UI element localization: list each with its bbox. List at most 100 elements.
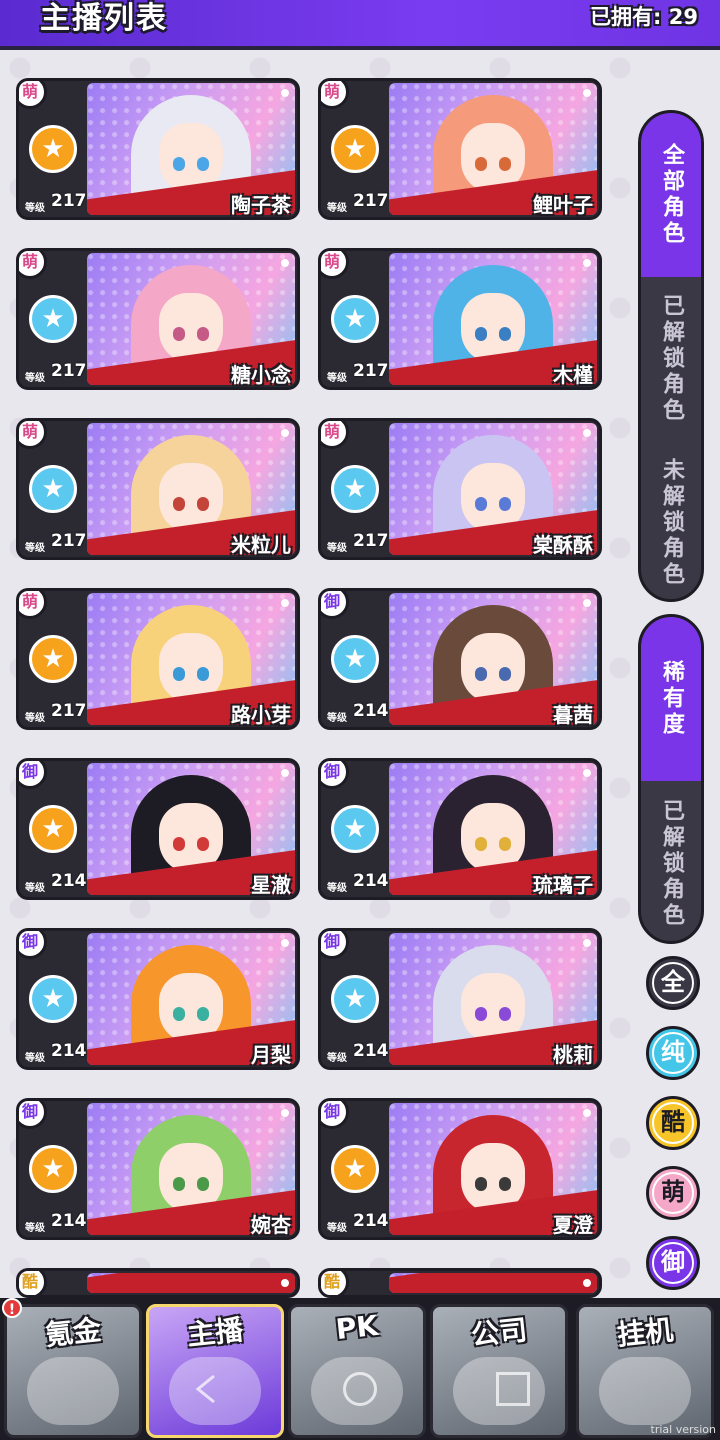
streamer-name: 夏澄 <box>553 1213 593 1237</box>
nav-tab-pk[interactable]: PK <box>288 1304 426 1438</box>
type-emblem-icon: ★ <box>331 125 379 173</box>
level-value: 217 <box>353 531 389 551</box>
rarity-filter-group: 稀有度 已解锁角色 <box>638 614 704 944</box>
streamer-name: 糖小念 <box>231 363 291 387</box>
back-icon[interactable] <box>190 1372 224 1406</box>
streamer-card[interactable]: 御 ★ 等级 214 星澈 <box>16 758 300 900</box>
nav-tab-streamer[interactable]: 主播 <box>146 1304 284 1438</box>
corner-dot-icon <box>583 1109 591 1117</box>
nav-label: 主播 <box>185 1313 245 1352</box>
nav-label: 挂机 <box>615 1313 675 1352</box>
rank-badge: 御 <box>321 931 349 959</box>
piggy-bank-icon <box>599 1357 691 1425</box>
coins-icon <box>27 1357 119 1425</box>
corner-dot-icon <box>281 1279 289 1287</box>
type-emblem-icon: ★ <box>29 635 77 683</box>
streamer-name: 星澈 <box>251 873 291 897</box>
rank-badge: 御 <box>19 761 47 789</box>
rank-badge: 萌 <box>321 251 349 279</box>
streamer-card[interactable]: 御 ★ 等级 214 婉杏 <box>16 1098 300 1240</box>
streamer-card[interactable]: 萌 ★ 等级 217 鲤叶子 <box>318 78 602 220</box>
streamer-name: 月梨 <box>251 1043 291 1067</box>
level-label: 等级 <box>25 543 45 554</box>
nav-tab-krypton[interactable]: 氪金 <box>4 1304 142 1438</box>
filter-rarity[interactable]: 稀有度 <box>641 617 701 781</box>
filter-unlocked-roles[interactable]: 已解锁角色 <box>641 277 701 441</box>
streamer-name: 陶子茶 <box>231 193 291 217</box>
type-filter-button[interactable]: 萌 <box>646 1166 700 1220</box>
rank-badge: 萌 <box>19 81 47 109</box>
corner-dot-icon <box>583 429 591 437</box>
streamer-card[interactable]: 萌 ★ 等级 217 米粒儿 <box>16 418 300 560</box>
streamer-card[interactable]: 御 ★ 等级 214 桃莉 <box>318 928 602 1070</box>
type-filter-label: 纯 <box>652 1032 694 1074</box>
type-emblem-icon: ★ <box>29 295 77 343</box>
streamer-card[interactable]: 萌 ★ 等级 217 糖小念 <box>16 248 300 390</box>
bottom-nav: 氪金 主播 PK 公司 挂机 <box>0 1298 720 1440</box>
corner-dot-icon <box>281 599 289 607</box>
rank-badge: 萌 <box>19 421 47 449</box>
home-icon[interactable] <box>343 1372 377 1406</box>
level-label: 等级 <box>25 1053 45 1064</box>
nav-label: 公司 <box>469 1313 529 1352</box>
corner-dot-icon <box>583 939 591 947</box>
streamer-card[interactable]: 御 ★ 等级 214 夏澄 <box>318 1098 602 1240</box>
streamer-name: 路小芽 <box>231 703 291 727</box>
type-emblem-icon: ★ <box>331 465 379 513</box>
level-label: 等级 <box>25 373 45 384</box>
rank-badge: 御 <box>19 1101 47 1129</box>
level-label: 等级 <box>25 883 45 894</box>
recents-icon[interactable] <box>496 1372 530 1406</box>
corner-dot-icon <box>281 89 289 97</box>
type-filter-label: 全 <box>652 962 694 1004</box>
rank-badge: 御 <box>321 761 349 789</box>
streamer-card[interactable]: 酷 ★ <box>16 1268 300 1298</box>
character-figure <box>433 265 553 385</box>
corner-dot-icon <box>281 429 289 437</box>
level-value: 217 <box>51 361 87 381</box>
corner-dot-icon <box>583 1279 591 1287</box>
corner-dot-icon <box>583 769 591 777</box>
nav-tab-idle[interactable]: 挂机 <box>576 1304 714 1438</box>
corner-dot-icon <box>583 89 591 97</box>
level-label: 等级 <box>327 1223 347 1234</box>
streamer-card[interactable]: 萌 ★ 等级 217 陶子茶 <box>16 78 300 220</box>
type-filter-button[interactable]: 全 <box>646 956 700 1010</box>
streamer-card[interactable]: 萌 ★ 等级 217 棠酥酥 <box>318 418 602 560</box>
type-filter-button[interactable]: 纯 <box>646 1026 700 1080</box>
type-emblem-icon: ★ <box>331 1145 379 1193</box>
level-label: 等级 <box>327 373 347 384</box>
streamer-card[interactable]: 御 ★ 等级 214 暮茜 <box>318 588 602 730</box>
streamer-name: 米粒儿 <box>231 533 291 557</box>
nav-tab-company[interactable]: 公司 <box>430 1304 568 1438</box>
character-figure <box>131 1285 251 1293</box>
owned-count: 已拥有: 29 <box>590 5 698 29</box>
type-filter-button[interactable]: 酷 <box>646 1096 700 1150</box>
type-emblem-icon: ★ <box>29 465 77 513</box>
level-value: 214 <box>51 1041 87 1061</box>
alert-badge: ! <box>2 1298 22 1318</box>
streamer-card[interactable]: 御 ★ 等级 214 月梨 <box>16 928 300 1070</box>
filter-rarity-unlocked[interactable]: 已解锁角色 <box>641 781 701 941</box>
streamer-card[interactable]: 萌 ★ 等级 217 路小芽 <box>16 588 300 730</box>
filter-all-roles[interactable]: 全部角色 <box>641 113 701 277</box>
streamer-card[interactable]: 萌 ★ 等级 217 木槿 <box>318 248 602 390</box>
streamer-name: 琉璃子 <box>533 873 593 897</box>
type-emblem-icon: ★ <box>29 975 77 1023</box>
corner-dot-icon <box>281 1109 289 1117</box>
filter-locked-roles[interactable]: 未解锁角色 <box>641 441 701 599</box>
rank-badge: 萌 <box>321 421 349 449</box>
level-value: 217 <box>353 191 389 211</box>
level-value: 217 <box>51 191 87 211</box>
streamer-card[interactable]: 御 ★ 等级 214 琉璃子 <box>318 758 602 900</box>
type-filter-button[interactable]: 御 <box>646 1236 700 1290</box>
type-filter-label: 萌 <box>652 1172 694 1214</box>
streamer-name: 婉杏 <box>251 1213 291 1237</box>
level-value: 214 <box>353 1041 389 1061</box>
character-figure <box>433 605 553 725</box>
rank-badge: 萌 <box>19 591 47 619</box>
corner-dot-icon <box>583 599 591 607</box>
character-figure <box>131 945 251 1065</box>
level-value: 214 <box>353 701 389 721</box>
streamer-card[interactable]: 酷 ★ <box>318 1268 602 1298</box>
